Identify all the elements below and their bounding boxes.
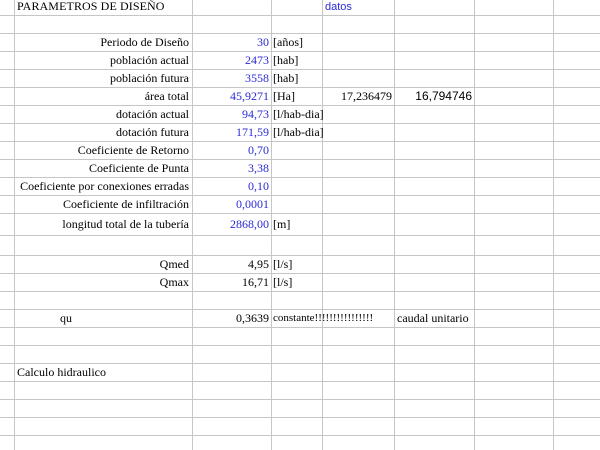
param-label-coef-retorno[interactable]: Coeficiente de Retorno <box>0 142 189 159</box>
param-value-dotacion-actual[interactable]: 94,73 <box>193 106 269 123</box>
param-value-dotacion-futura[interactable]: 171,59 <box>193 124 269 141</box>
param-label-poblacion-futura[interactable]: población futura <box>0 70 189 87</box>
param-value-periodo[interactable]: 30 <box>193 34 269 51</box>
area-extra-value-1[interactable]: 17,236479 <box>323 88 392 105</box>
qu-note[interactable]: constante!!!!!!!!!!!!!!!! <box>273 310 393 327</box>
qmed-unit[interactable]: [l/s] <box>273 256 321 273</box>
param-label-coef-conexiones[interactable]: Coeficiente por conexiones erradas <box>0 178 189 195</box>
param-value-coef-infiltracion[interactable]: 0,0001 <box>193 196 269 213</box>
param-label-coef-punta[interactable]: Coeficiente de Punta <box>0 160 189 177</box>
row-line <box>0 399 600 400</box>
param-value-coef-retorno[interactable]: 0,70 <box>193 142 269 159</box>
row-line <box>0 291 600 292</box>
param-value-longitud[interactable]: 2868,00 <box>193 216 269 233</box>
qmed-label[interactable]: Qmed <box>0 256 189 273</box>
param-label-dotacion-futura[interactable]: dotación futura <box>0 124 189 141</box>
qmax-value[interactable]: 16,71 <box>193 274 269 291</box>
spreadsheet-grid[interactable]: PARAMETROS DE DISEÑO datos Periodo de Di… <box>0 0 600 450</box>
param-label-periodo[interactable]: Periodo de Diseño <box>0 34 189 51</box>
row-line <box>0 345 600 346</box>
qu-value[interactable]: 0,3639 <box>193 310 269 327</box>
column-line <box>474 0 475 450</box>
area-extra-value-2[interactable]: 16,794746 <box>395 88 472 105</box>
qu-label[interactable]: qu <box>60 310 180 327</box>
param-value-poblacion-futura[interactable]: 3558 <box>193 70 269 87</box>
param-unit-area-total[interactable]: [Ha] <box>273 88 321 105</box>
param-label-coef-infiltracion[interactable]: Coeficiente de infiltración <box>0 196 189 213</box>
row-line <box>0 235 600 236</box>
qmax-label[interactable]: Qmax <box>0 274 189 291</box>
param-label-poblacion-actual[interactable]: población actual <box>0 52 189 69</box>
sheet-title[interactable]: PARAMETROS DE DISEÑO <box>17 0 267 15</box>
qmax-unit[interactable]: [l/s] <box>273 274 321 291</box>
row-line <box>0 327 600 328</box>
row-line <box>0 213 600 214</box>
param-value-area-total[interactable]: 45,9271 <box>193 88 269 105</box>
param-unit-dotacion-futura[interactable]: [l/hab-dia] <box>273 124 353 141</box>
datos-label[interactable]: datos <box>325 0 385 16</box>
column-line <box>553 0 554 450</box>
param-unit-periodo[interactable]: [años] <box>273 34 333 51</box>
param-value-coef-punta[interactable]: 3,38 <box>193 160 269 177</box>
param-unit-longitud[interactable]: [m] <box>273 216 321 233</box>
calculo-hidraulico-label[interactable]: Calculo hidraulico <box>17 364 187 381</box>
column-line <box>394 0 395 450</box>
qu-caudal-unitario[interactable]: caudal unitario <box>397 310 517 327</box>
param-label-area-total[interactable]: área total <box>0 88 189 105</box>
row-line <box>0 417 600 418</box>
param-label-dotacion-actual[interactable]: dotación actual <box>0 106 189 123</box>
param-unit-dotacion-actual[interactable]: [l/hab-dia] <box>273 106 353 123</box>
param-label-longitud[interactable]: longitud total de la tubería <box>0 216 189 233</box>
param-unit-poblacion-futura[interactable]: [hab] <box>273 70 333 87</box>
row-line <box>0 435 600 436</box>
qmed-value[interactable]: 4,95 <box>193 256 269 273</box>
row-line <box>0 15 600 16</box>
column-line <box>271 0 272 450</box>
param-value-coef-conexiones[interactable]: 0,10 <box>193 178 269 195</box>
row-line <box>0 381 600 382</box>
param-value-poblacion-actual[interactable]: 2473 <box>193 52 269 69</box>
param-unit-poblacion-actual[interactable]: [hab] <box>273 52 333 69</box>
